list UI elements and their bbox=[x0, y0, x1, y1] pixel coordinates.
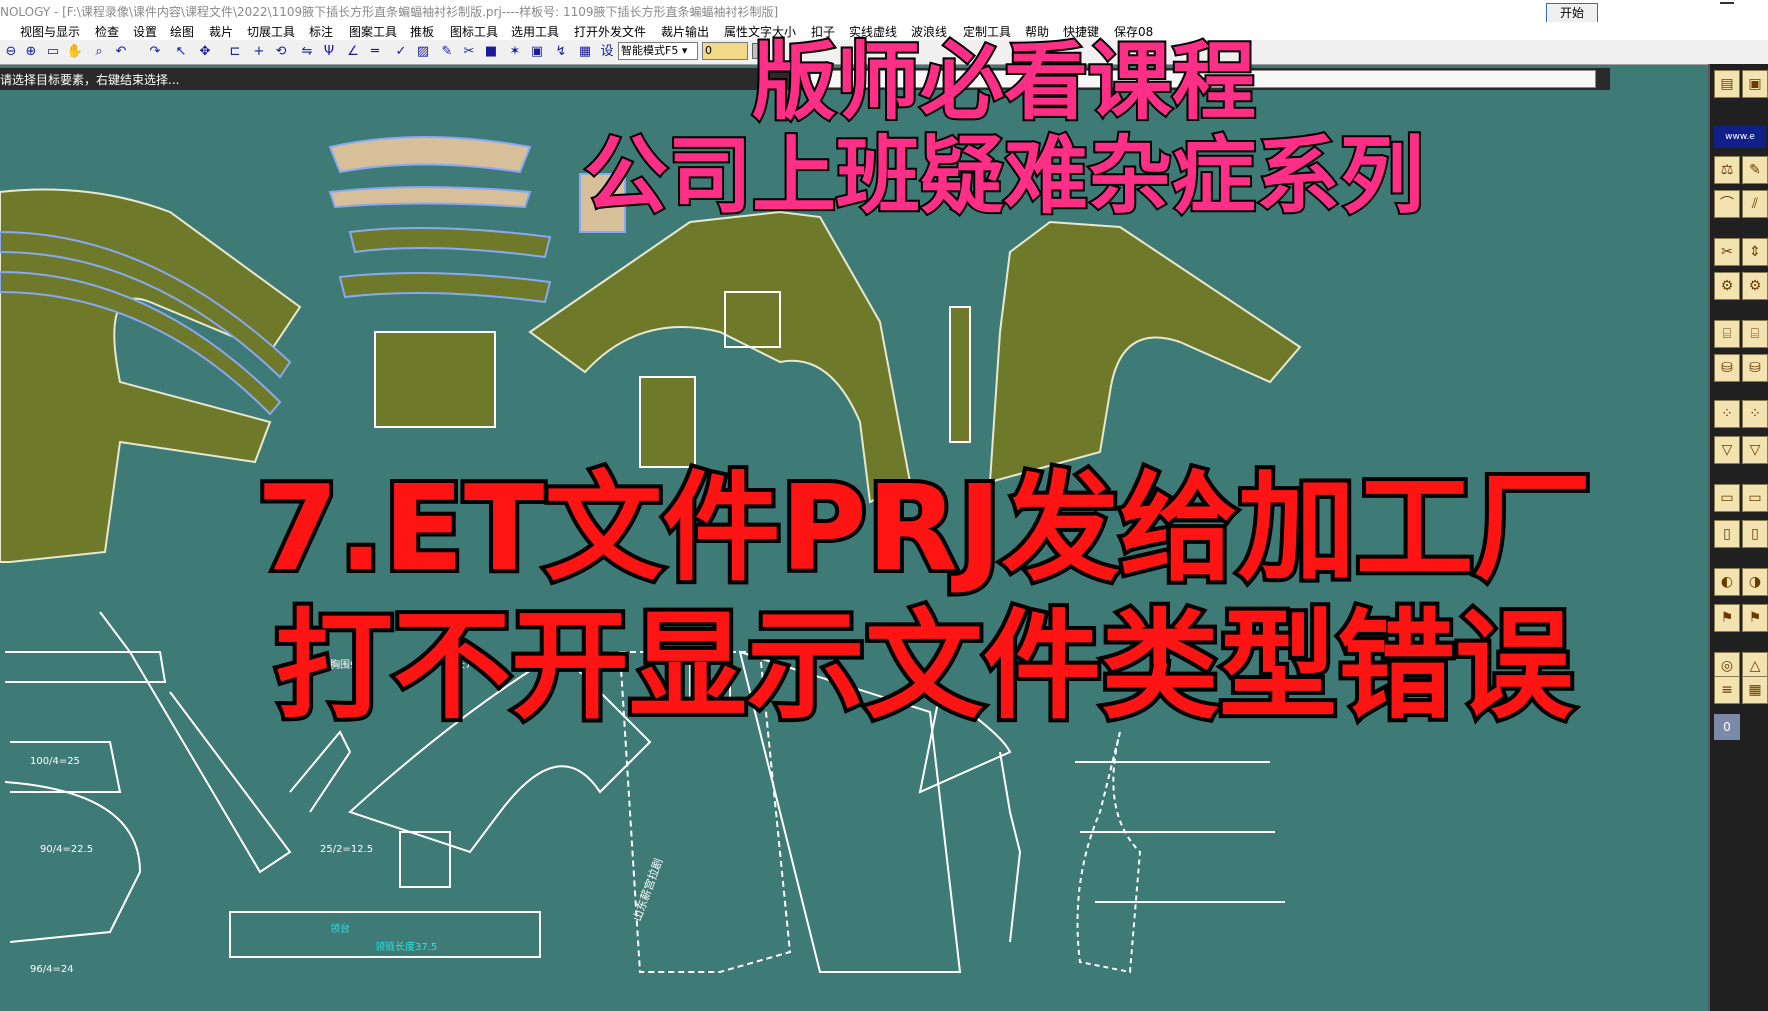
points-tool-icon[interactable]: ⁘ bbox=[1714, 400, 1740, 428]
tool-button[interactable]: ⚙ bbox=[1714, 272, 1740, 300]
measurement-label: 96/4=24 bbox=[30, 964, 74, 975]
overlay-headline-line2: 打不开显示文件类型错误 bbox=[271, 596, 1577, 736]
bucket-icon[interactable]: ⛁ bbox=[1714, 354, 1740, 382]
pattern-piece-pocket[interactable] bbox=[374, 331, 496, 428]
pattern-piece-band[interactable] bbox=[338, 227, 552, 304]
overlay-headline-line1: 7.ET文件PRJ发给加工厂 bbox=[252, 458, 1595, 598]
vertical-label: 山东薪宫拉剧 bbox=[630, 856, 666, 923]
scissors-icon[interactable]: ✂ bbox=[1714, 238, 1740, 266]
tool-button[interactable]: ▽ bbox=[1742, 436, 1768, 464]
tool-button[interactable]: ⛁ bbox=[1742, 354, 1768, 382]
collar-label: 领台 bbox=[330, 922, 350, 935]
sewing-machine-icon[interactable]: ⌸ bbox=[1714, 320, 1740, 348]
minimize-icon[interactable] bbox=[1720, 2, 1734, 4]
window-titlebar: NOLOGY - [F:\课程录像\课件内容\课程文件\2022\1109腋下插… bbox=[0, 0, 1768, 23]
collar-labels: 领台 领链长度37.5 bbox=[330, 922, 437, 953]
dart-tool-icon[interactable]: ▽ bbox=[1714, 436, 1740, 464]
pattern-piece-placket[interactable] bbox=[949, 306, 971, 443]
collar-length-label: 领链长度37.5 bbox=[375, 940, 437, 953]
measurement-label: 90/4=22.5 bbox=[40, 844, 93, 855]
pattern-piece-small[interactable] bbox=[639, 376, 696, 468]
start-button[interactable]: 开始 bbox=[1546, 3, 1598, 23]
window-title: NOLOGY - [F:\课程录像\课件内容\课程文件\2022\1109腋下插… bbox=[0, 5, 779, 19]
tool-button[interactable]: ⁘ bbox=[1742, 400, 1768, 428]
pattern-piece-back-body[interactable] bbox=[988, 220, 1302, 484]
overlay-title-line2: 公司上班疑难杂症系列 bbox=[582, 126, 1426, 226]
tool-button[interactable]: ⌸ bbox=[1742, 320, 1768, 348]
measurement-label: 25/2=12.5 bbox=[320, 844, 373, 855]
tool-button[interactable]: ⇕ bbox=[1742, 238, 1768, 266]
tool-button[interactable]: ⚙ bbox=[1742, 272, 1768, 300]
overlay-title-line1: 版师必看课程 bbox=[750, 32, 1258, 132]
measurement-label: 100/4=25 bbox=[30, 756, 80, 767]
